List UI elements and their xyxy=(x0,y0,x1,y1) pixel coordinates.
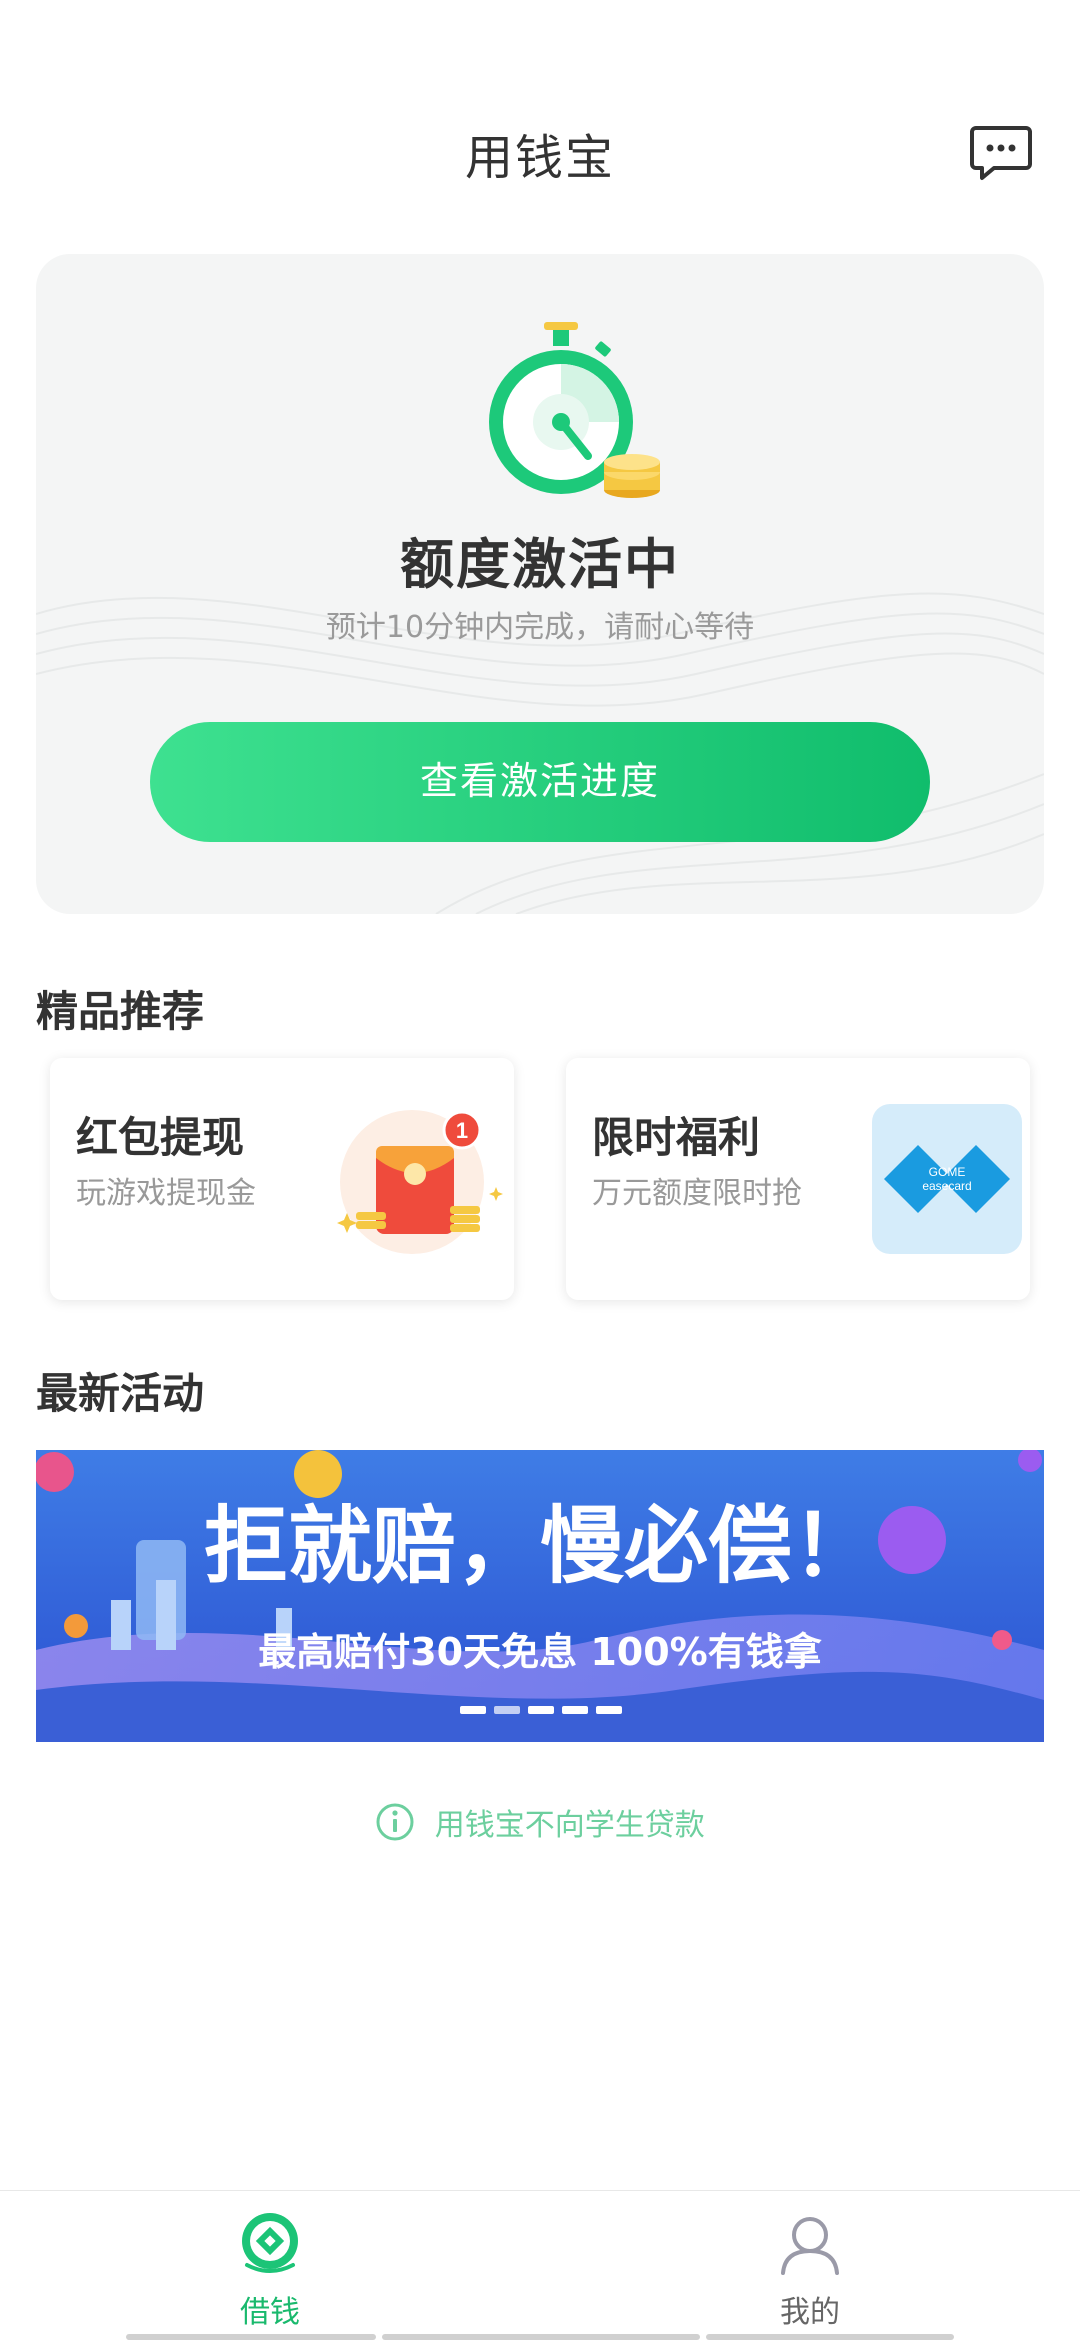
tab-borrow[interactable]: 借钱 xyxy=(120,2191,420,2340)
tab-label: 借钱 xyxy=(240,2295,300,2330)
message-button[interactable] xyxy=(968,120,1034,186)
home-indicator xyxy=(706,2334,954,2340)
svg-text:GOME: GOME xyxy=(929,1165,966,1179)
banner-pagination xyxy=(460,1706,622,1714)
gome-easecard-logo: GOME easecard xyxy=(872,1104,1022,1254)
red-envelope-icon: 1 xyxy=(337,1110,503,1254)
page-title: 用钱宝 xyxy=(464,130,615,186)
notice-text: 用钱宝不向学生贷款 xyxy=(434,1808,705,1843)
tab-label: 我的 xyxy=(780,2295,840,2330)
recommend-card-red-envelope[interactable]: 红包提现 玩游戏提现金 1 xyxy=(50,1058,514,1300)
activation-status-card: 额度激活中 预计10分钟内完成，请耐心等待 查看激活进度 xyxy=(36,254,1044,914)
recommend-section-title: 精品推荐 xyxy=(36,987,205,1036)
recommend-card-title: 限时福利 xyxy=(592,1113,761,1162)
status-title: 额度激活中 xyxy=(400,533,680,596)
recommend-card-subtitle: 万元额度限时抢 xyxy=(592,1176,802,1211)
notification-badge: 1 xyxy=(456,1118,468,1143)
svg-text:easecard: easecard xyxy=(922,1179,971,1193)
app-header: 用钱宝 xyxy=(0,0,1080,250)
activities-section-title: 最新活动 xyxy=(36,1369,205,1418)
stopwatch-icon xyxy=(489,322,660,498)
banner-artwork: 拒就赔，慢必偿！ 最高赔付30天免息 100%有钱拿 xyxy=(36,1450,1044,1742)
banner-subline: 最高赔付30天免息 100%有钱拿 xyxy=(258,1630,822,1674)
home-indicator xyxy=(382,2334,700,2340)
info-icon xyxy=(376,1803,414,1841)
recommend-card-subtitle: 玩游戏提现金 xyxy=(76,1176,256,1211)
user-icon xyxy=(781,2217,839,2275)
student-loan-notice: 用钱宝不向学生贷款 xyxy=(0,1800,1080,1844)
recommend-card-limited-offer[interactable]: 限时福利 万元额度限时抢 GOME easecard xyxy=(566,1058,1030,1300)
view-progress-button[interactable]: 查看激活进度 xyxy=(150,722,930,842)
chat-bubble-icon xyxy=(970,126,1032,180)
bottom-tab-bar: 借钱 我的 xyxy=(0,2190,1080,2340)
activity-banner[interactable]: 拒就赔，慢必偿！ 最高赔付30天免息 100%有钱拿 xyxy=(36,1450,1044,1742)
recommend-card-title: 红包提现 xyxy=(76,1113,245,1162)
status-subtitle: 预计10分钟内完成，请耐心等待 xyxy=(325,610,755,645)
home-indicator xyxy=(126,2334,376,2340)
banner-headline: 拒就赔，慢必偿！ xyxy=(204,1497,876,1595)
borrow-icon xyxy=(242,2213,298,2273)
tab-mine[interactable]: 我的 xyxy=(660,2191,960,2340)
